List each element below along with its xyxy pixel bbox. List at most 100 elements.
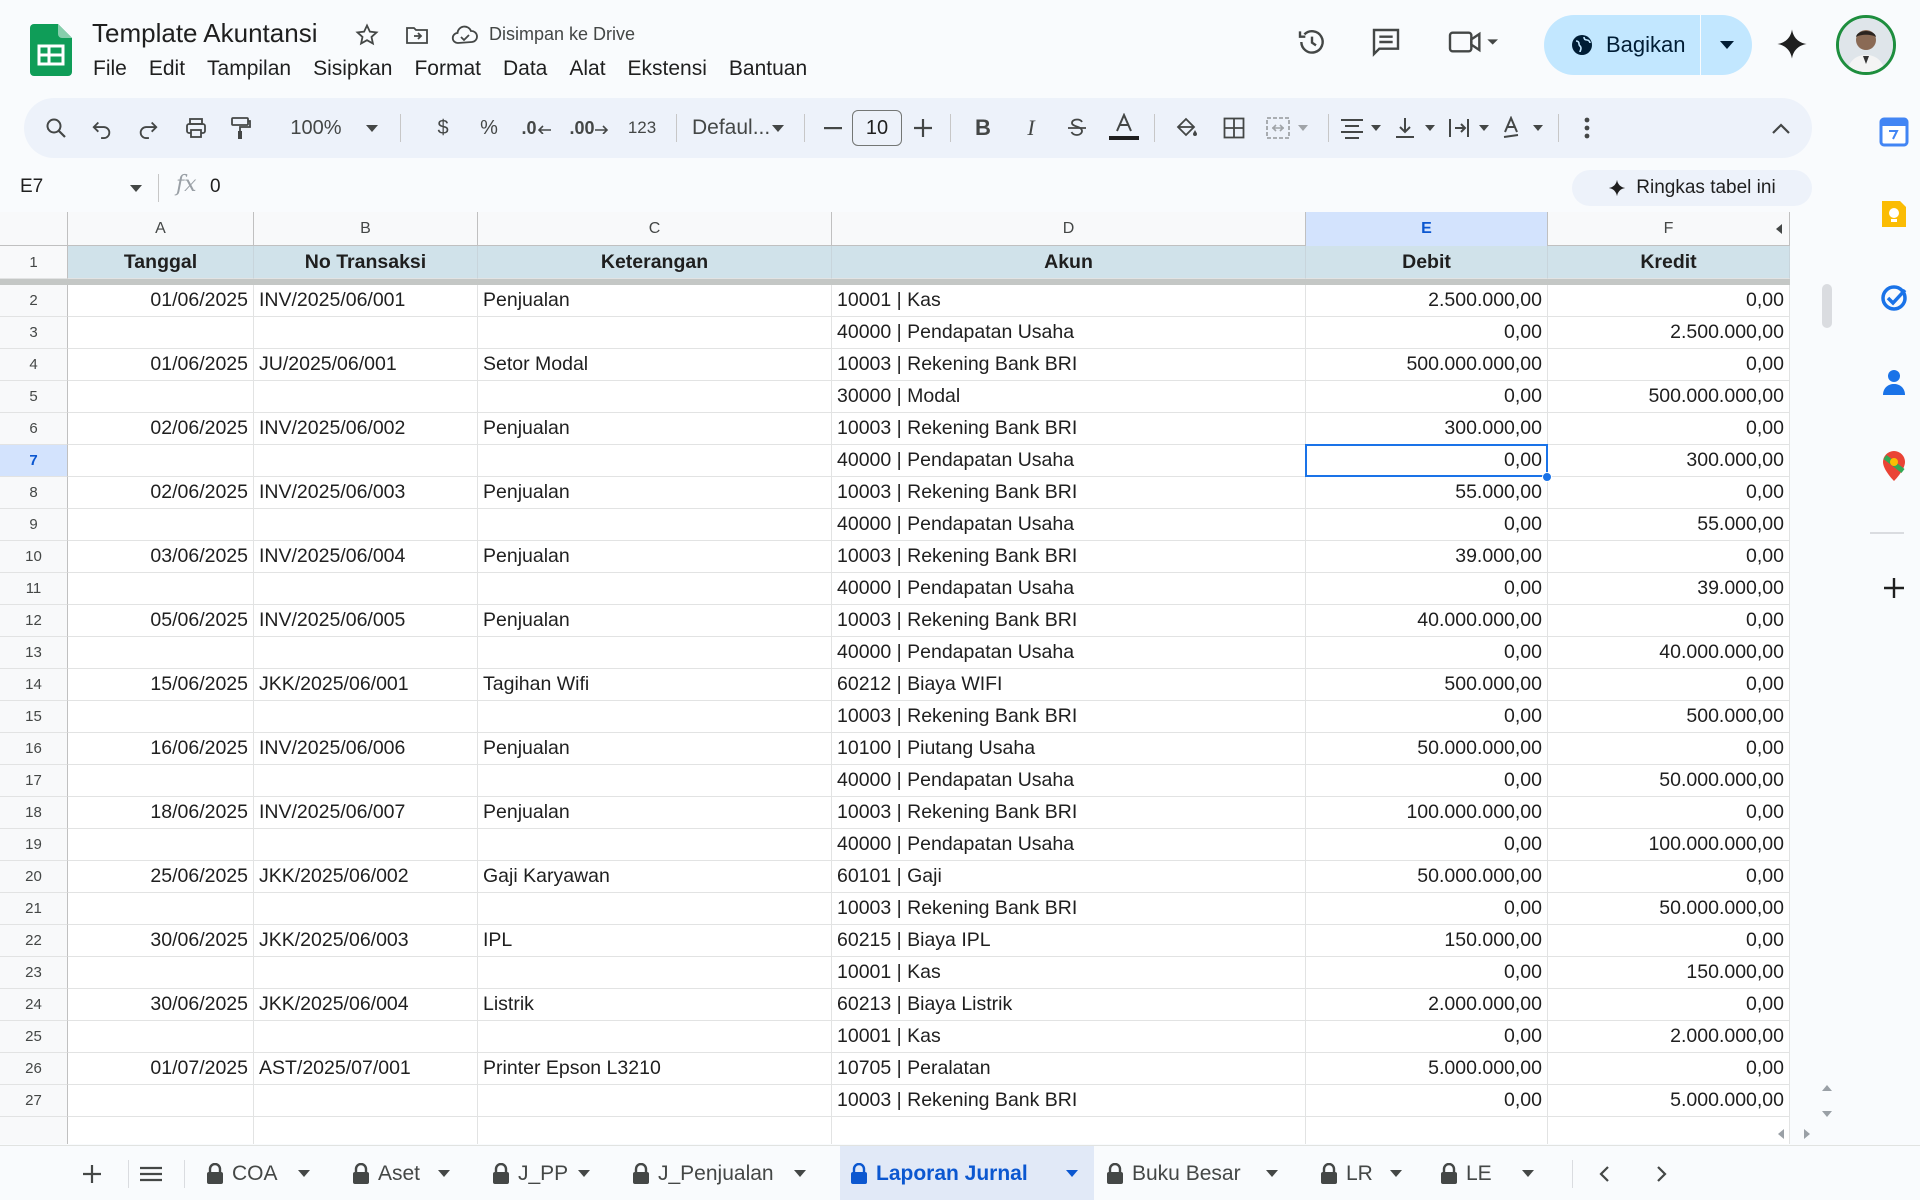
table-cell[interactable]: INV/2025/06/003 (254, 477, 478, 509)
table-cell[interactable]: 100.000.000,00 (1306, 797, 1548, 829)
table-cell[interactable]: 0,00 (1306, 1021, 1548, 1053)
table-cell[interactable]: 40.000.000,00 (1306, 605, 1548, 637)
table-cell[interactable]: 150.000,00 (1306, 925, 1548, 957)
table-cell[interactable]: 05/06/2025 (68, 605, 254, 637)
table-cell[interactable] (478, 701, 832, 733)
table-cell[interactable]: INV/2025/06/007 (254, 797, 478, 829)
table-cell[interactable]: 0,00 (1306, 637, 1548, 669)
search-menus-icon[interactable] (40, 98, 72, 158)
table-cell[interactable]: 39.000,00 (1306, 541, 1548, 573)
table-cell[interactable]: JKK/2025/06/002 (254, 861, 478, 893)
table-cell[interactable] (68, 765, 254, 797)
table-cell[interactable]: AST/2025/07/001 (254, 1053, 478, 1085)
sheet-tab[interactable]: J_Penjualan (622, 1146, 822, 1200)
table-cell[interactable]: Listrik (478, 989, 832, 1021)
version-history-icon[interactable] (1294, 24, 1330, 60)
table-cell[interactable]: Penjualan (478, 797, 832, 829)
table-cell[interactable]: 16/06/2025 (68, 733, 254, 765)
table-cell[interactable]: 0,00 (1548, 541, 1790, 573)
table-cell[interactable]: 55.000,00 (1548, 509, 1790, 541)
table-cell[interactable]: 0,00 (1306, 701, 1548, 733)
currency-format-button[interactable]: $ (428, 98, 458, 158)
table-cell[interactable]: 0,00 (1548, 349, 1790, 381)
menu-data[interactable]: Data (492, 54, 558, 84)
row-header[interactable]: 20 (0, 861, 68, 893)
row-header[interactable]: 16 (0, 733, 68, 765)
table-cell[interactable] (478, 1117, 832, 1144)
row-header[interactable]: 15 (0, 701, 68, 733)
tabs-scroll-left-icon[interactable] (1576, 1146, 1632, 1200)
table-cell[interactable]: 50.000.000,00 (1548, 765, 1790, 797)
summarize-table-button[interactable]: Ringkas tabel ini (1572, 170, 1812, 206)
table-cell[interactable] (254, 1021, 478, 1053)
table-cell[interactable]: 0,00 (1548, 861, 1790, 893)
row-header[interactable] (0, 1117, 68, 1144)
menu-help[interactable]: Bantuan (718, 54, 818, 84)
row-header[interactable]: 10 (0, 541, 68, 573)
table-cell[interactable]: 30/06/2025 (68, 989, 254, 1021)
table-cell[interactable] (68, 893, 254, 925)
vertical-align-icon[interactable] (1390, 98, 1442, 158)
table-cell[interactable]: 10003 | Rekening Bank BRI (832, 1085, 1306, 1117)
sheet-tab[interactable]: J_PP (482, 1146, 606, 1200)
menu-view[interactable]: Tampilan (196, 54, 302, 84)
table-cell[interactable]: JKK/2025/06/003 (254, 925, 478, 957)
table-cell[interactable]: 10100 | Piutang Usaha (832, 733, 1306, 765)
table-cell[interactable]: 0,00 (1306, 381, 1548, 413)
document-title[interactable]: Template Akuntansi (92, 18, 317, 49)
name-box[interactable]: E7 (20, 176, 43, 198)
table-cell[interactable]: 60215 | Biaya IPL (832, 925, 1306, 957)
table-cell[interactable]: 0,00 (1548, 477, 1790, 509)
table-cell[interactable]: 100.000.000,00 (1548, 829, 1790, 861)
table-cell[interactable] (478, 829, 832, 861)
table-cell[interactable]: Gaji Karyawan (478, 861, 832, 893)
menu-file[interactable]: File (82, 54, 138, 84)
table-cell[interactable]: Penjualan (478, 733, 832, 765)
table-cell[interactable]: 15/06/2025 (68, 669, 254, 701)
table-cell[interactable]: 01/06/2025 (68, 285, 254, 317)
table-cell[interactable]: JKK/2025/06/004 (254, 989, 478, 1021)
table-cell[interactable]: 30/06/2025 (68, 925, 254, 957)
table-cell[interactable]: 10003 | Rekening Bank BRI (832, 477, 1306, 509)
table-cell[interactable]: 40000 | Pendapatan Usaha (832, 445, 1306, 477)
scroll-down-icon[interactable] (1820, 1108, 1834, 1120)
table-cell[interactable]: 40000 | Pendapatan Usaha (832, 765, 1306, 797)
table-cell[interactable]: 0,00 (1306, 317, 1548, 349)
table-cell[interactable]: 2.000.000,00 (1306, 989, 1548, 1021)
table-cell[interactable] (254, 317, 478, 349)
header-cell[interactable]: Kredit (1548, 246, 1790, 279)
table-cell[interactable] (478, 893, 832, 925)
table-cell[interactable]: Penjualan (478, 477, 832, 509)
table-cell[interactable] (478, 957, 832, 989)
table-cell[interactable] (254, 637, 478, 669)
table-cell[interactable]: 500.000,00 (1306, 669, 1548, 701)
text-rotation-icon[interactable] (1498, 98, 1550, 158)
name-box-dropdown-icon[interactable] (126, 176, 146, 200)
font-dropdown-icon[interactable] (768, 98, 788, 158)
table-cell[interactable] (478, 317, 832, 349)
scroll-right-icon[interactable] (1800, 1128, 1814, 1140)
user-avatar[interactable] (1836, 15, 1896, 75)
row-header[interactable]: 7 (0, 445, 68, 477)
table-cell[interactable]: 0,00 (1306, 1085, 1548, 1117)
table-cell[interactable]: Tagihan Wifi (478, 669, 832, 701)
sheet-tab[interactable]: LR (1310, 1146, 1418, 1200)
header-cell[interactable]: Tanggal (68, 246, 254, 279)
row-header[interactable]: 1 (0, 246, 68, 279)
scrollbar-thumb[interactable] (1822, 284, 1832, 328)
table-cell[interactable]: 0,00 (1548, 669, 1790, 701)
table-cell[interactable] (478, 509, 832, 541)
tab-dropdown-icon[interactable] (298, 1170, 310, 1177)
decrease-decimal-button[interactable]: .0 (516, 98, 556, 158)
table-cell[interactable]: 10001 | Kas (832, 957, 1306, 989)
undo-icon[interactable] (86, 98, 118, 158)
table-cell[interactable]: 50.000.000,00 (1548, 893, 1790, 925)
paint-format-icon[interactable] (224, 98, 256, 158)
table-cell[interactable]: Setor Modal (478, 349, 832, 381)
table-cell[interactable]: 60212 | Biaya WIFI (832, 669, 1306, 701)
sheet-tab[interactable]: Buku Besar (1096, 1146, 1294, 1200)
table-cell[interactable] (254, 573, 478, 605)
table-cell[interactable] (254, 829, 478, 861)
header-cell[interactable]: No Transaksi (254, 246, 478, 279)
redo-icon[interactable] (132, 98, 164, 158)
